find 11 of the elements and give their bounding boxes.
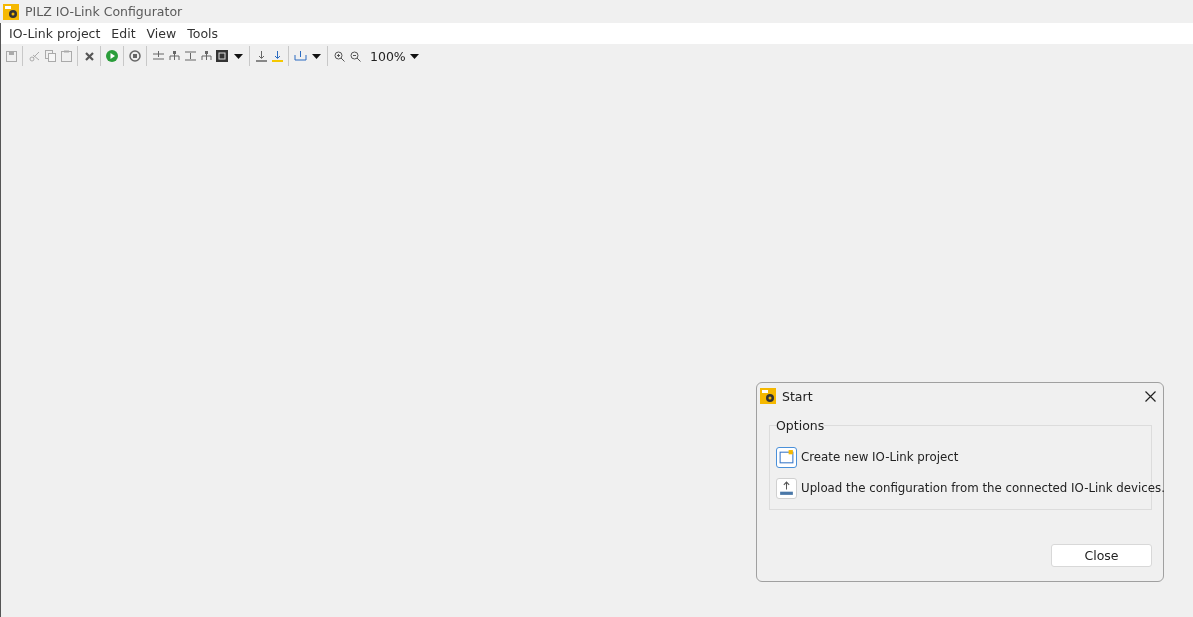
group-title: Options	[776, 418, 825, 433]
window-title: PILZ IO-Link Configurator	[25, 4, 183, 19]
zoom-value[interactable]: 100%	[370, 48, 406, 64]
menu-item[interactable]: Edit	[107, 26, 143, 41]
close-button[interactable]: Close	[1051, 544, 1152, 567]
menu-item[interactable]: Tools	[183, 26, 226, 41]
option-label[interactable]: Create new IO-Link project	[801, 450, 959, 464]
dialog-title: Start	[782, 388, 814, 404]
option-label[interactable]: Upload the configuration from the connected IO-Link devices.	[801, 481, 1165, 495]
menu-item[interactable]: IO-Link project	[5, 26, 108, 41]
menu-item[interactable]: View	[142, 26, 184, 41]
